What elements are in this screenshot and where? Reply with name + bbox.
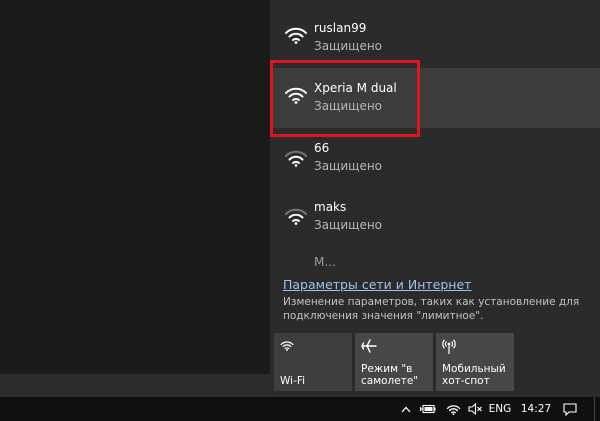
network-status: Защищено: [314, 159, 383, 173]
network-status: Защищено: [314, 99, 383, 113]
desktop-background: [0, 0, 270, 374]
taskbar: ENG 14:27: [0, 397, 600, 421]
network-item[interactable]: ruslan99 Защищено: [270, 0, 600, 60]
battery-plugged-icon: [420, 404, 436, 414]
input-language-button[interactable]: ENG: [486, 397, 514, 421]
airplane-mode-tile[interactable]: Режим "в самолете": [355, 333, 433, 391]
network-item-partial[interactable]: M...: [270, 253, 600, 267]
network-name: 66: [314, 141, 330, 155]
network-item-selected[interactable]: Xperia M dual Защищено: [270, 68, 600, 128]
wifi-toggle-tile[interactable]: Wi-Fi: [274, 333, 352, 391]
language-indicator: ENG: [488, 403, 512, 415]
wifi-signal-icon: [285, 150, 307, 167]
wifi-signal-icon: [285, 27, 307, 44]
clock-button[interactable]: 14:27: [518, 397, 554, 421]
network-item[interactable]: maks Защищено: [270, 193, 600, 253]
network-tray-button[interactable]: [443, 397, 463, 421]
chevron-up-icon: [401, 406, 411, 412]
wifi-signal-icon: [285, 87, 307, 104]
show-hidden-icons-button[interactable]: [398, 397, 414, 421]
network-settings-link[interactable]: Параметры сети и Интернет: [283, 277, 471, 292]
mobile-hotspot-tile[interactable]: Мобильный хот-спот: [436, 333, 514, 391]
network-name: maks: [314, 200, 347, 214]
network-name: ruslan99: [314, 21, 367, 35]
desktop-strip: [0, 374, 270, 397]
network-name: Xperia M dual: [314, 81, 397, 95]
show-desktop-button[interactable]: [594, 397, 600, 421]
hotspot-icon: [442, 339, 456, 354]
tile-label: Режим "в самолете": [361, 363, 419, 387]
wifi-tray-icon: [446, 405, 460, 415]
action-center-button[interactable]: [556, 397, 584, 421]
network-item[interactable]: 66 Защищено: [270, 133, 600, 193]
network-flyout: ruslan99 Защищено Xperia M dual Защищено…: [270, 0, 600, 397]
notification-icon: [563, 402, 577, 416]
network-status: Защищено: [314, 218, 383, 232]
network-settings-description: Изменение параметров, таких как установл…: [283, 296, 580, 322]
tile-label: Wi-Fi: [280, 375, 306, 387]
wifi-signal-icon: [285, 208, 307, 225]
airplane-icon: [361, 339, 377, 353]
tile-label: Мобильный хот-спот: [442, 363, 506, 387]
volume-muted-icon: [467, 403, 482, 415]
volume-button[interactable]: [465, 397, 485, 421]
network-status: Защищено: [314, 39, 383, 53]
wifi-icon: [280, 341, 294, 351]
battery-button[interactable]: [418, 397, 438, 421]
network-name: M...: [314, 255, 336, 267]
clock-time: 14:27: [520, 403, 552, 415]
